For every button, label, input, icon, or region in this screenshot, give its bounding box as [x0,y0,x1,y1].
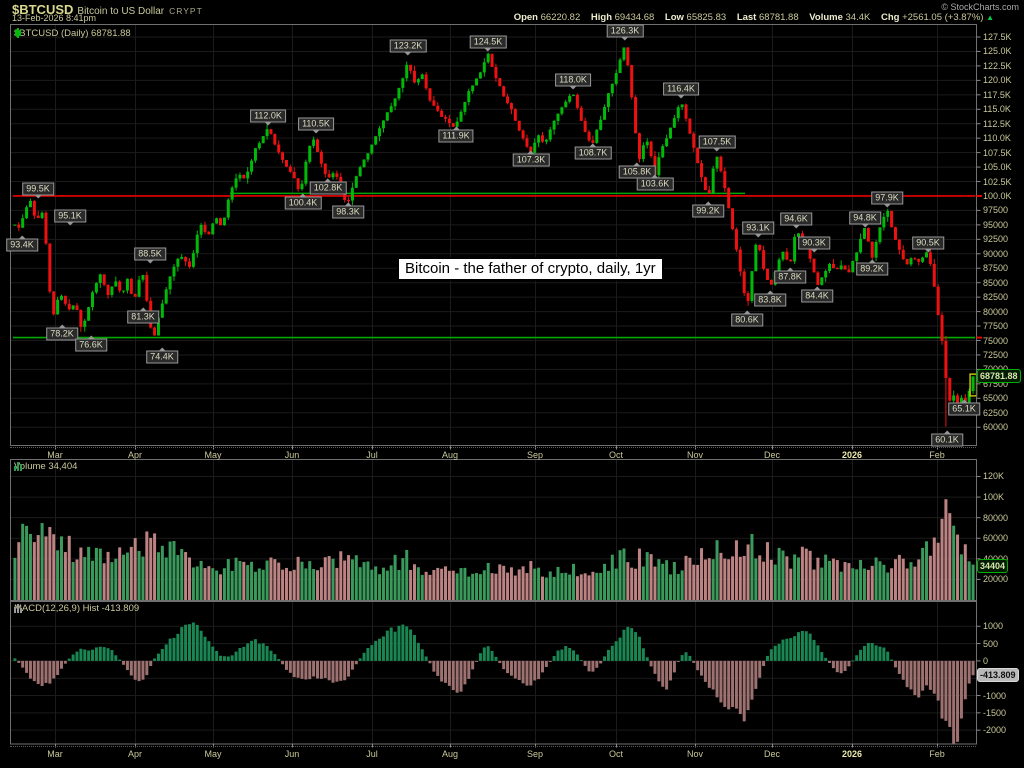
chart-annotation: Bitcoin - the father of crypto, daily, 1… [397,257,664,281]
volume-plot-area[interactable] [11,460,976,600]
xaxis-strip-middle [10,447,976,448]
last-price-badge: 68781.88 [977,369,1021,383]
xaxis-strip-bottom [10,746,976,747]
volume-badge: 34404 [977,559,1008,573]
macd-badge: -413.809 [977,668,1019,682]
macd-plot-area[interactable] [11,602,976,744]
stockcharts-page: $BTCUSDBitcoin to US DollarCRYPT © Stock… [0,0,1024,768]
main-plot-area[interactable] [11,25,976,445]
